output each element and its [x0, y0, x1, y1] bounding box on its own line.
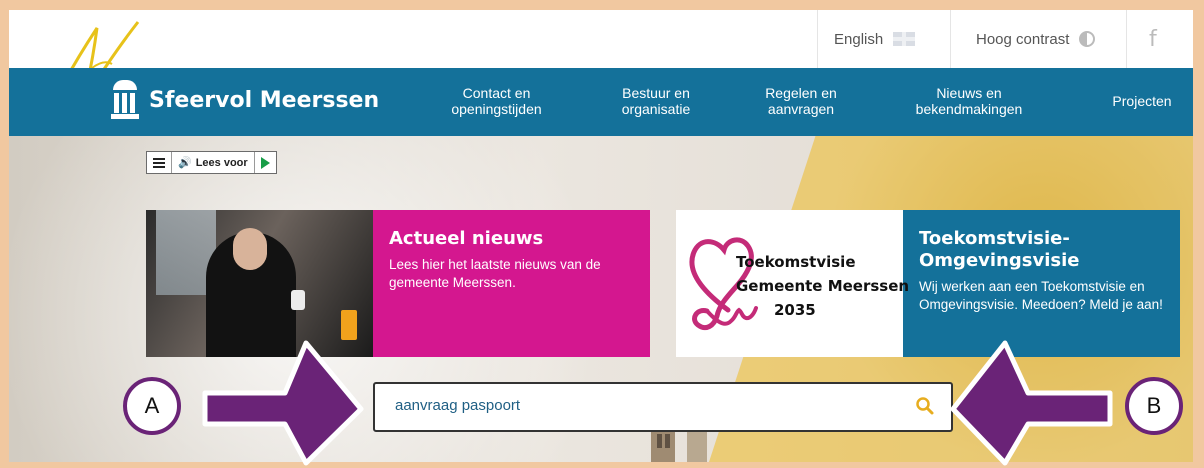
- nav-regelen[interactable]: Regelen en aanvragen: [756, 85, 846, 117]
- nav-label-line: Contact en: [462, 85, 531, 101]
- nav-bestuur[interactable]: Bestuur en organisatie: [611, 85, 701, 117]
- news-card[interactable]: Actueel nieuws Lees hier het laatste nie…: [146, 210, 650, 357]
- nav-contact[interactable]: Contact en openingstijden: [444, 85, 549, 117]
- future-vision-line: Toekomstvisie: [736, 253, 856, 271]
- annotation-a-badge: A: [123, 377, 181, 435]
- contrast-icon: [1079, 31, 1096, 47]
- nav-label-line: Projecten: [1112, 93, 1172, 109]
- nav-label-line: organisatie: [621, 101, 691, 117]
- news-card-text: Lees hier het laatste nieuws van de geme…: [389, 257, 601, 290]
- future-vision-line: Gemeente Meerssen: [736, 277, 910, 295]
- utility-divider: [817, 10, 818, 68]
- future-vision-card-title: Toekomstvisie- Omgevingsvisie: [919, 228, 1164, 272]
- building-icon: [111, 80, 139, 120]
- news-photo: [146, 210, 373, 357]
- annotation-b-label: B: [1146, 393, 1162, 418]
- menu-icon: [153, 157, 165, 168]
- search-box[interactable]: [373, 382, 953, 432]
- annotation-a-label: A: [144, 393, 160, 418]
- nav-label-line: Nieuws en: [936, 85, 1002, 101]
- reader-listen-button[interactable]: 🔊 Lees voor: [172, 152, 255, 173]
- future-vision-card-body: Toekomstvisie- Omgevingsvisie Wij werken…: [903, 210, 1180, 357]
- nav-label-line: Bestuur en: [622, 85, 690, 101]
- nav-projecten[interactable]: Projecten: [1102, 93, 1182, 109]
- future-vision-logo-text: Toekomstvisie Gemeente Meerssen 2035: [736, 250, 910, 322]
- play-icon: [260, 156, 270, 169]
- main-navigation: Sfeervol Meerssen Contact en openingstij…: [9, 68, 1193, 136]
- reader-play-button[interactable]: [255, 152, 276, 173]
- high-contrast-label: Hoog contrast: [976, 30, 1070, 48]
- nav-label-line: aanvragen: [767, 101, 835, 117]
- logo-text: Sfeervol Meerssen: [149, 87, 380, 113]
- language-switcher[interactable]: English: [834, 10, 916, 68]
- reader-menu-button[interactable]: [147, 152, 172, 173]
- future-vision-title-line: Toekomstvisie-: [919, 228, 1070, 249]
- site-logo[interactable]: Sfeervol Meerssen: [111, 80, 379, 120]
- high-contrast-toggle[interactable]: Hoog contrast: [976, 10, 1096, 68]
- reader-label: Lees voor: [195, 156, 248, 169]
- uk-flag-icon: [893, 32, 916, 46]
- nav-label-line: bekendmakingen: [915, 101, 1023, 117]
- nav-label-line: Regelen en: [765, 85, 837, 101]
- hero-area: 🔊 Lees voor Actueel nieuws Lees hier het…: [9, 136, 1193, 462]
- search-input[interactable]: [393, 396, 897, 415]
- news-card-body: Actueel nieuws Lees hier het laatste nie…: [373, 210, 650, 357]
- utility-divider: [950, 10, 951, 68]
- future-vision-card[interactable]: Toekomstvisie Gemeente Meerssen 2035 Toe…: [676, 210, 1180, 357]
- future-vision-card-text: Wij werken aan een Toekomstvisie en Omge…: [919, 279, 1163, 312]
- language-label: English: [834, 30, 884, 48]
- future-vision-line: 2035: [774, 301, 816, 319]
- website-page: English Hoog contrast f Sfeervol Meersse…: [9, 10, 1193, 462]
- future-vision-title-line: Omgevingsvisie: [919, 250, 1080, 271]
- facebook-icon[interactable]: f: [1149, 10, 1157, 68]
- utility-divider: [1126, 10, 1127, 68]
- speaker-icon: 🔊: [178, 156, 192, 169]
- read-aloud-toolbar[interactable]: 🔊 Lees voor: [146, 151, 277, 174]
- future-vision-visual: Toekomstvisie Gemeente Meerssen 2035: [676, 210, 910, 357]
- annotation-b-badge: B: [1125, 377, 1183, 435]
- news-card-title: Actueel nieuws: [389, 228, 544, 249]
- search-icon[interactable]: [915, 396, 935, 416]
- nav-nieuws[interactable]: Nieuws en bekendmakingen: [904, 85, 1034, 117]
- nav-label-line: openingstijden: [451, 101, 542, 117]
- utility-bar: English Hoog contrast f: [9, 10, 1193, 69]
